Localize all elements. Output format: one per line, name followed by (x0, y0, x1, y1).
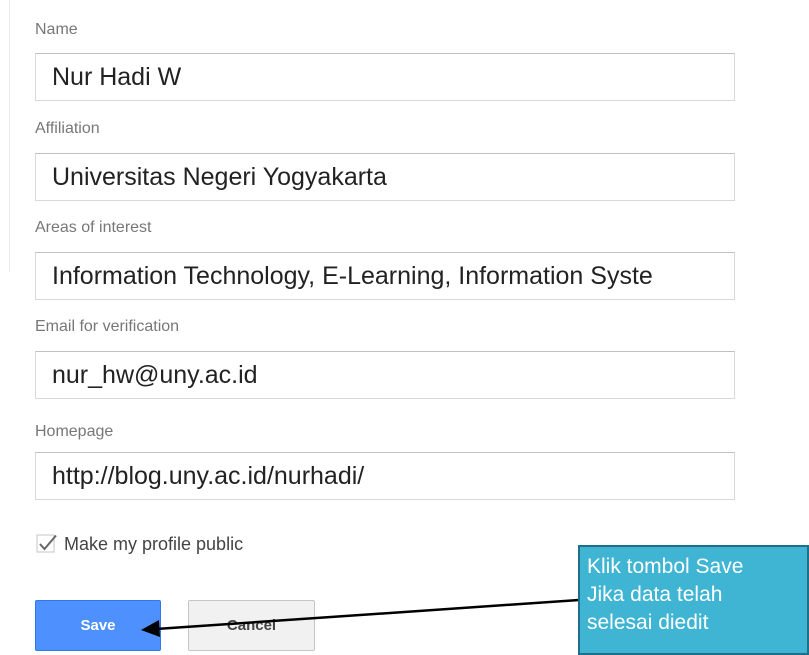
homepage-label: Homepage (35, 423, 114, 440)
name-label: Name (35, 21, 78, 38)
homepage-input[interactable]: http://blog.uny.ac.id/nurhadi/ (35, 452, 735, 500)
checkmark-icon[interactable] (36, 533, 58, 555)
email-input[interactable]: nur_hw@uny.ac.id (35, 351, 735, 399)
callout-line-2: Jika data telah (587, 583, 723, 606)
callout-line-1: Klik tombol Save (587, 555, 744, 578)
make-profile-public-label: Make my profile public (64, 533, 244, 554)
affiliation-input[interactable]: Universitas Negeri Yogyakarta (35, 153, 735, 201)
save-button[interactable]: Save (35, 600, 161, 651)
cancel-button[interactable]: Cancel (188, 600, 315, 651)
make-profile-public-checkbox[interactable]: Make my profile public (36, 533, 243, 555)
areas-of-interest-label: Areas of interest (35, 219, 152, 236)
areas-of-interest-input[interactable]: Information Technology, E-Learning, Info… (35, 252, 735, 300)
name-input[interactable]: Nur Hadi W (35, 53, 735, 101)
annotation-callout: Klik tombol Save Jika data telah selesai… (578, 545, 809, 655)
email-label: Email for verification (35, 318, 180, 335)
affiliation-label: Affiliation (35, 120, 100, 137)
page-divider (0, 0, 10, 272)
callout-line-3: selesai diedit (587, 611, 709, 634)
